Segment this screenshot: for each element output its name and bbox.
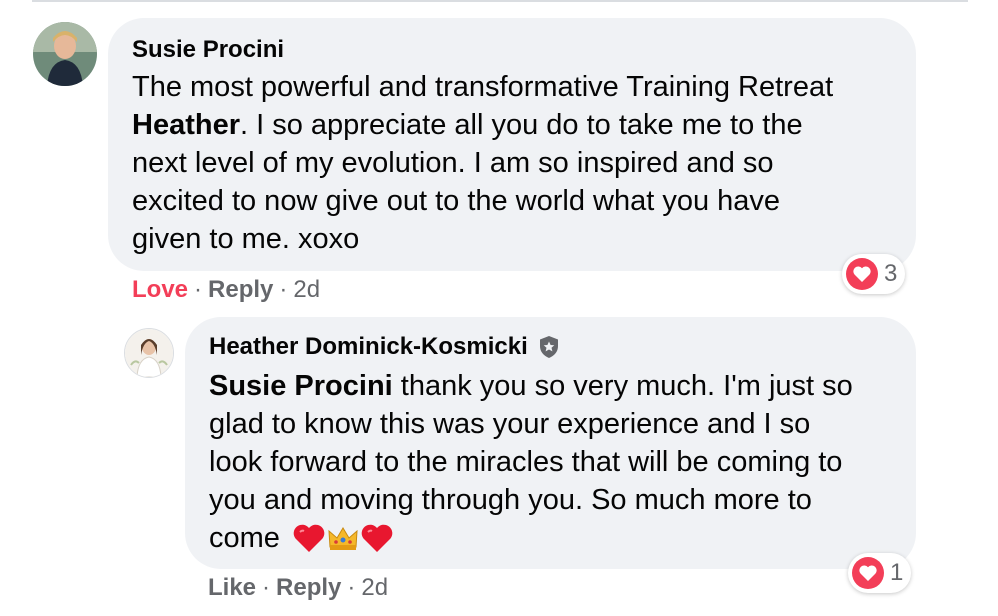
love-reaction-icon <box>852 557 884 589</box>
comment-text-line: given to me. xoxo <box>132 223 360 255</box>
avatar[interactable] <box>33 22 97 86</box>
reply-button[interactable]: Reply <box>208 276 273 303</box>
reply-bubble: Heather Dominick-Kosmicki Susie Procini … <box>185 317 916 569</box>
separator: · <box>347 574 356 601</box>
reply-text-line: look forward to the miracles that will b… <box>209 446 843 478</box>
comment-bubble: Susie Procini The most powerful and tran… <box>108 18 916 271</box>
reply-actions: Like · Reply · 2d <box>208 572 388 604</box>
like-button[interactable]: Like <box>208 574 256 601</box>
comment-text: The most powerful and transformative Tra… <box>132 68 892 258</box>
reply-text-line: you and moving through you. So much more… <box>209 484 812 516</box>
crown-emoji <box>326 523 360 553</box>
reply-mention[interactable]: Susie Procini <box>209 370 393 402</box>
separator: · <box>262 574 271 601</box>
avatar-image <box>33 22 97 86</box>
reaction-count: 1 <box>890 559 904 586</box>
reply-text: Susie Procini thank you so very much. I'… <box>209 367 892 557</box>
reply-avatar-image <box>125 329 173 377</box>
timestamp[interactable]: 2d <box>361 574 388 601</box>
top-divider <box>32 0 968 2</box>
comment-text-line: . I so appreciate all you do to take me … <box>240 109 803 141</box>
separator: · <box>194 276 203 303</box>
reply-author-row: Heather Dominick-Kosmicki <box>209 331 892 363</box>
comment-mention[interactable]: Heather <box>132 109 240 141</box>
reply-button[interactable]: Reply <box>276 574 341 601</box>
reply-author[interactable]: Heather Dominick-Kosmicki <box>209 331 528 363</box>
heart-emoji <box>292 523 326 553</box>
reply-text-line: thank you so very much. I'm just so <box>392 370 853 402</box>
reply-text-line: glad to know this was your experience an… <box>209 408 811 440</box>
separator: · <box>279 276 288 303</box>
love-button[interactable]: Love <box>132 276 188 303</box>
love-reaction-icon <box>846 258 878 290</box>
reply-avatar[interactable] <box>124 328 174 378</box>
comment-author[interactable]: Susie Procini <box>132 34 892 66</box>
reply-text-line: come <box>209 522 280 554</box>
reaction-summary[interactable]: 3 <box>842 254 906 294</box>
comment-actions: Love · Reply · 2d <box>132 274 320 306</box>
comment-text-line: excited to now give out to the world wha… <box>132 185 781 217</box>
reaction-count: 3 <box>884 260 898 287</box>
admin-shield-icon <box>538 335 560 359</box>
comment-text-line: The most powerful and transformative Tra… <box>132 71 834 103</box>
timestamp[interactable]: 2d <box>293 276 320 303</box>
reply-reaction-summary[interactable]: 1 <box>848 553 912 593</box>
comment-text-line: next level of my evolution. I am so insp… <box>132 147 774 179</box>
heart-emoji <box>360 523 394 553</box>
